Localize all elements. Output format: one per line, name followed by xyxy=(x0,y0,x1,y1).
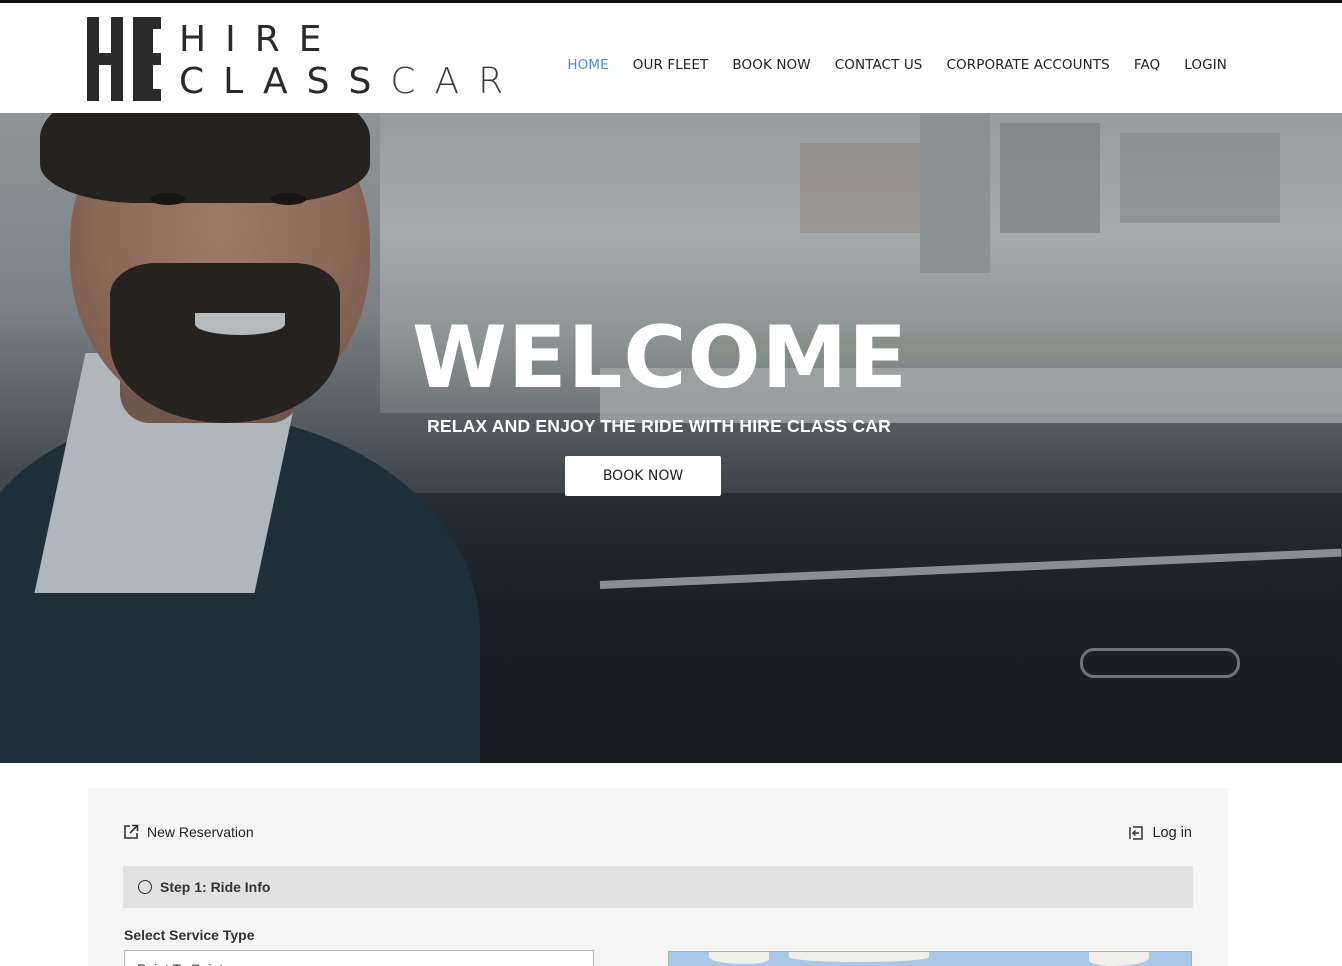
site-header: HIRE CLASSCAR HOME OUR FLEET BOOK NOW CO… xyxy=(0,3,1342,113)
hero-subtitle: RELAX AND ENJOY THE RIDE WITH HIRE CLASS… xyxy=(427,416,891,436)
nav-item-corporate-accounts[interactable]: CORPORATE ACCOUNTS xyxy=(946,57,1109,73)
service-type-select[interactable]: Point To Point xyxy=(124,950,594,966)
route-map[interactable] xyxy=(668,951,1192,966)
map-land-2 xyxy=(789,952,929,962)
logo-mark-icon xyxy=(87,17,161,101)
hero-banner: WELCOME RELAX AND ENJOY THE RIDE WITH HI… xyxy=(0,113,1342,763)
external-link-icon xyxy=(124,824,139,839)
hero-overlay xyxy=(0,113,1342,763)
hero-title: WELCOME xyxy=(412,308,908,408)
new-reservation-label: New Reservation xyxy=(147,824,254,840)
panel-login-link[interactable]: Log in xyxy=(1128,825,1192,841)
logo-line-hire: HIRE xyxy=(179,19,341,60)
new-reservation-link[interactable]: New Reservation xyxy=(123,824,254,840)
nav-item-faq[interactable]: FAQ xyxy=(1134,57,1160,73)
site-logo[interactable]: HIRE CLASSCAR xyxy=(87,17,503,102)
nav-item-book-now[interactable]: BOOK NOW xyxy=(732,57,810,73)
panel-login-label: Log in xyxy=(1152,825,1192,841)
step-1-title: Step 1: Ride Info xyxy=(160,879,271,895)
nav-item-home[interactable]: HOME xyxy=(567,57,608,73)
book-now-button[interactable]: BOOK NOW xyxy=(565,456,721,496)
map-land-3 xyxy=(1089,952,1149,966)
main-nav: HOME OUR FLEET BOOK NOW CONTACT US CORPO… xyxy=(543,57,1227,73)
step-1-header[interactable]: Step 1: Ride Info xyxy=(123,866,1193,908)
service-type-label: Select Service Type xyxy=(124,927,255,943)
reservation-panel: New Reservation Log in Step 1: Ride Info… xyxy=(88,788,1228,966)
nav-item-contact-us[interactable]: CONTACT US xyxy=(835,57,923,73)
map-land xyxy=(709,952,769,964)
nav-item-our-fleet[interactable]: OUR FLEET xyxy=(633,57,709,73)
login-icon xyxy=(1129,826,1144,840)
step-circle-icon xyxy=(138,880,152,894)
logo-line-classcar: CLASSCAR xyxy=(179,61,522,102)
logo-word-car: CAR xyxy=(390,61,523,102)
nav-item-login[interactable]: LOGIN xyxy=(1184,57,1227,73)
logo-word-class: CLASS xyxy=(179,61,391,102)
